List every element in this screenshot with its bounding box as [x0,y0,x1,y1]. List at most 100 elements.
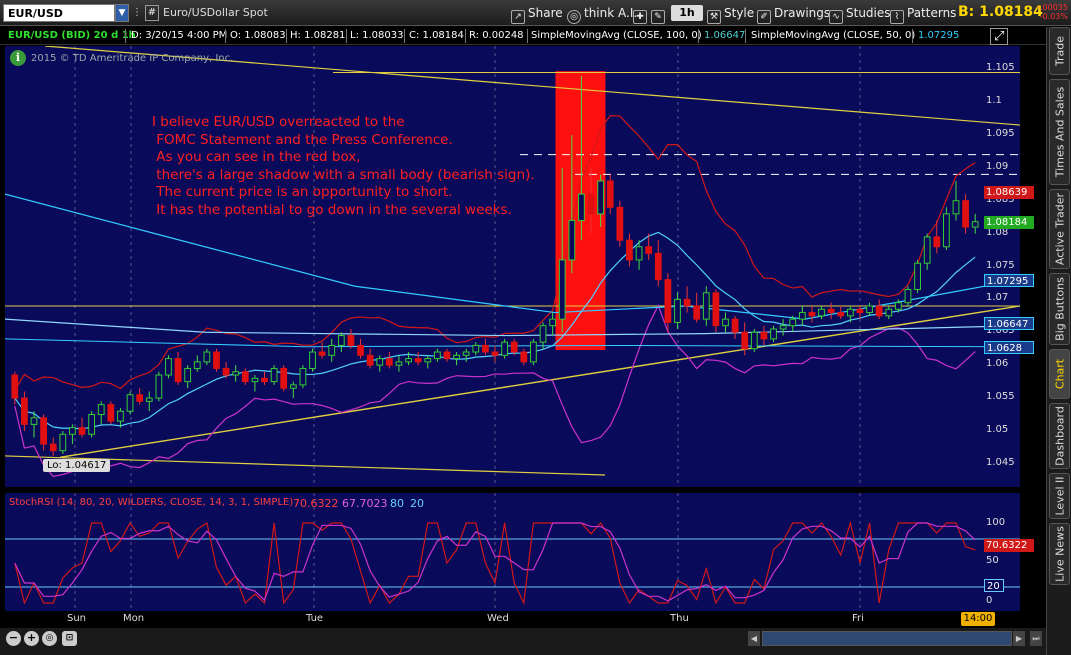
crosshair-icon: ✚ [633,10,647,24]
candle [261,377,268,383]
candle [472,344,480,353]
candle [885,308,893,317]
candle [808,312,816,317]
price-chart[interactable] [5,46,1020,487]
candle [645,246,653,254]
candle [530,341,537,363]
candle [174,358,182,383]
tab-big-buttons[interactable]: Big Buttons [1049,273,1070,345]
price-tick: 1.075 [986,259,1015,271]
candle [184,367,192,383]
candle [539,325,547,343]
timeframe-button[interactable]: 1h [671,5,703,21]
symbol-input[interactable]: EUR/USD [3,4,115,22]
price-tick: 1.05 [986,423,1009,435]
candle [482,344,489,353]
zoom-out-icon[interactable]: − [6,631,21,646]
candle [385,358,393,366]
candle [501,341,508,356]
candle [78,427,86,435]
candle [213,351,220,369]
candle [232,371,240,376]
think-ai-button[interactable]: ◎ think A.I. [567,4,637,24]
horizontal-scrollbar[interactable] [762,631,1012,646]
patterns-icon: ⌇ [890,10,904,24]
candle [193,361,201,369]
candle [558,259,566,320]
tools-button[interactable]: ✎ [651,4,668,24]
candle [923,236,931,264]
price-tick: 1.055 [986,391,1015,403]
candle [520,351,528,363]
scroll-end-icon[interactable]: ⏭ [1030,631,1042,646]
candle [203,351,211,363]
candle [318,351,326,356]
studies-button[interactable]: ∿ Studies [829,4,891,24]
candle [943,213,950,248]
drawings-button[interactable]: ✐ Drawings [757,4,830,24]
side-tabs: Trade Times And Sales Active Trader Big … [1046,27,1071,655]
expand-icon[interactable]: ⤢ [990,28,1009,45]
price-tick: 1.07 [986,292,1009,304]
candle [875,305,883,317]
candle [971,221,979,228]
tab-active-trader[interactable]: Active Trader [1049,189,1070,269]
candle [299,367,307,386]
price-tag-lower_band: 1.0628 [984,340,1034,354]
candle [722,318,729,327]
candle [894,302,902,310]
candle [741,331,749,350]
candle [962,200,969,228]
zoom-in-icon[interactable]: + [24,631,39,646]
candle [866,305,873,314]
candle [462,351,470,356]
bottom-bar: − + ◎ ⊡ ◀ ▶ ⏭ [0,628,1046,655]
candle [904,289,912,304]
link-icon[interactable]: ⋮ [131,4,143,22]
candle [357,344,364,356]
scroll-right-icon[interactable]: ▶ [1013,631,1025,646]
candle [107,404,115,422]
tab-dashboard[interactable]: Dashboard [1049,403,1070,469]
bid-price: B: 1.08184 [958,4,1043,20]
symbol-dropdown-icon[interactable]: ▼ [115,4,129,22]
candle [117,410,124,422]
tab-level-ii[interactable]: Level II [1049,473,1070,519]
stochrsi-panel[interactable] [5,493,1020,611]
patterns-button[interactable]: ⌇ Patterns [890,4,956,24]
candle [69,427,76,435]
candle [11,374,19,399]
stoch-k-value: 70.6322 [293,497,339,510]
candle [846,308,854,317]
toolbar: EUR/USD ▼ ⋮ # Euro/USDollar Spot ↗ Share … [0,0,1071,26]
price-tick: 1.105 [986,62,1015,74]
price-tick: 1.1 [986,95,1002,107]
tab-times-and-sales[interactable]: Times And Sales [1049,79,1070,185]
zoom-fit-icon[interactable]: ◎ [42,631,57,646]
tab-trade[interactable]: Trade [1049,27,1070,75]
price-scale: 1.105 1.1 1.095 1.09 1.085 1.08 1.075 1.07 1.065… [984,46,1034,487]
candle [21,397,28,425]
candle [88,414,96,435]
candle [443,351,451,360]
candle [337,335,345,346]
candle [626,239,633,261]
overbought-value: 80 [390,497,404,510]
candle [818,308,825,317]
tab-live-news[interactable]: Live News [1049,523,1070,585]
crosshair-button[interactable]: ✚ [633,4,650,24]
candle [453,354,460,360]
info-icon[interactable]: i [10,50,26,66]
style-button[interactable]: ⚒ Style [707,4,754,24]
think-icon: ◎ [567,10,581,24]
tab-chart[interactable]: Chart [1049,349,1070,399]
bar-high: H: 1.08281 [290,30,346,41]
zoom-home-icon[interactable]: ⊡ [62,631,77,646]
scroll-left-icon[interactable]: ◀ [748,631,760,646]
candle [597,180,605,215]
candle [760,331,768,340]
symbol-link-button[interactable]: # [145,5,159,21]
price-chart-svg [5,46,1020,487]
share-button[interactable]: ↗ Share [511,4,563,24]
candle [405,358,412,363]
